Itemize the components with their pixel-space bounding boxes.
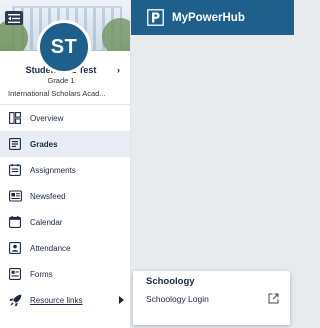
sidebar-nav: Overview Grades Assignments Newsfeed Cal…: [0, 105, 130, 313]
forms-icon: [8, 267, 22, 281]
sidebar-item-label: Assignments: [30, 165, 76, 175]
sidebar-item-newsfeed[interactable]: Newsfeed: [0, 183, 130, 209]
schoology-login-link[interactable]: Schoology Login: [133, 290, 290, 308]
calendar-icon: [8, 215, 22, 229]
rocket-icon: [8, 293, 22, 307]
sidebar-item-label: Forms: [30, 269, 53, 279]
brand-name: MyPowerHub: [172, 11, 245, 24]
powerschool-logo-icon[interactable]: [147, 9, 164, 26]
newsfeed-icon: [8, 189, 22, 203]
attendance-icon: [8, 241, 22, 255]
app-header: MyPowerHub: [131, 0, 294, 35]
menu-collapse-icon: [8, 13, 20, 23]
assignments-icon: [8, 163, 22, 177]
grades-icon: [8, 137, 22, 151]
sidebar-item-attendance[interactable]: Attendance: [0, 235, 130, 261]
sidebar-item-grades[interactable]: Grades: [0, 131, 130, 157]
sidebar-item-forms[interactable]: Forms: [0, 261, 130, 287]
caret-right-icon[interactable]: [119, 296, 124, 304]
avatar[interactable]: ST: [37, 20, 91, 74]
chevron-right-icon[interactable]: ›: [117, 65, 120, 75]
popup-title: Schoology: [146, 276, 195, 287]
sidebar-item-label: Calendar: [30, 217, 63, 227]
sidebar-item-resource-links[interactable]: Resource links: [0, 287, 130, 313]
schoology-login-label: Schoology Login: [146, 294, 209, 304]
overview-icon: [8, 111, 22, 125]
sidebar-item-label: Resource links: [30, 295, 83, 305]
sidebar-item-label: Newsfeed: [30, 191, 66, 201]
sidebar-item-label: Overview: [30, 113, 64, 123]
sidebar-item-calendar[interactable]: Calendar: [0, 209, 130, 235]
resource-links-popup: Schoology Schoology Login: [133, 271, 290, 325]
student-grade: Grade 1: [47, 76, 75, 85]
sidebar: ST StudentES1 Test Grade 1 › Internation…: [0, 0, 131, 328]
sidebar-item-label: Grades: [30, 139, 58, 149]
sidebar-item-assignments[interactable]: Assignments: [0, 157, 130, 183]
collapse-menu-button[interactable]: [5, 11, 23, 25]
sidebar-item-label: Attendance: [30, 243, 71, 253]
app: ST StudentES1 Test Grade 1 › Internation…: [0, 0, 294, 328]
sidebar-item-overview[interactable]: Overview: [0, 105, 130, 131]
tree-image: [102, 18, 130, 51]
external-link-icon: [268, 293, 279, 304]
